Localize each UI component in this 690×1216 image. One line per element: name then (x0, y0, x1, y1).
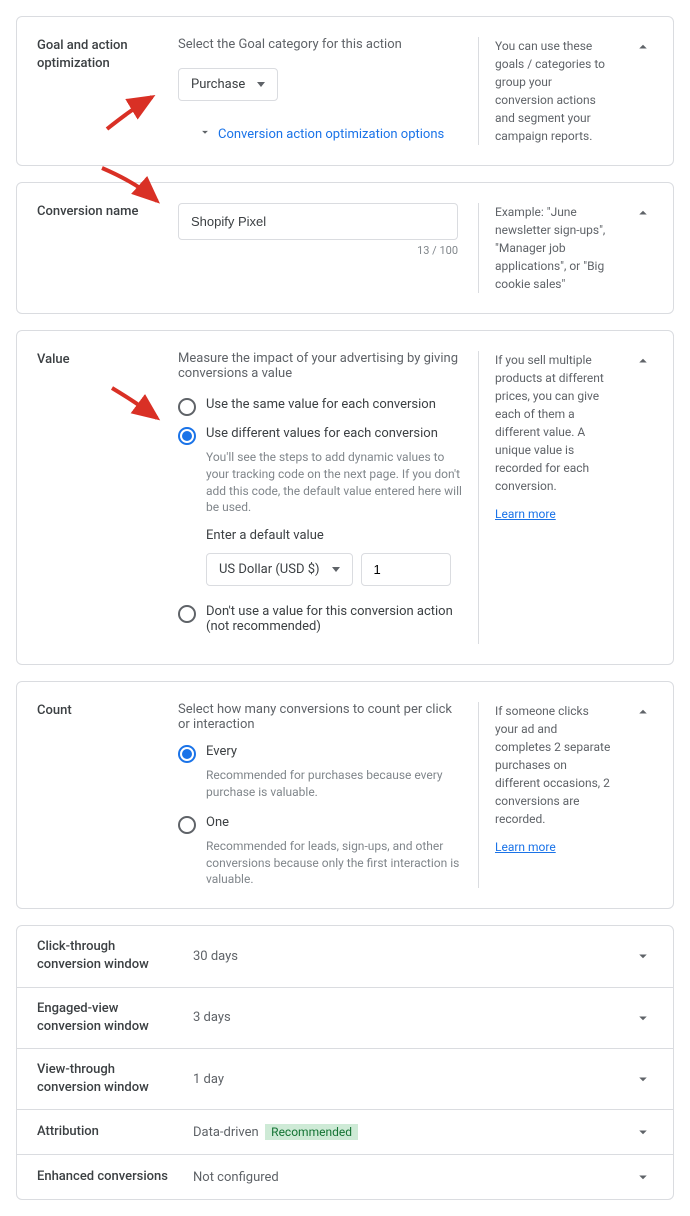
count-one-desc: Recommended for leads, sign-ups, and oth… (206, 838, 462, 888)
goal-card: Goal and action optimization Select the … (16, 16, 674, 166)
optimization-options-toggle[interactable]: Conversion action optimization options (198, 125, 444, 143)
currency-value: US Dollar (USD $) (219, 562, 320, 577)
click-through-window-row[interactable]: Click-through conversion window 30 days (17, 926, 673, 987)
value-help-text: If you sell multiple products at differe… (495, 353, 604, 493)
radio-same-value-label: Use the same value for each conversion (206, 397, 436, 412)
chevron-down-icon (198, 125, 212, 143)
enhanced-label: Enhanced conversions (37, 1168, 177, 1186)
collapsed-settings-group: Click-through conversion window 30 days … (16, 925, 674, 1200)
value-learn-more-link[interactable]: Learn more (495, 505, 556, 523)
name-help-text: Example: "June newsletter sign-ups", "Ma… (478, 203, 613, 293)
expand-icon (633, 1008, 653, 1028)
radio-no-value-label: Don't use a value for this conversion ac… (206, 604, 462, 634)
conversion-name-card: Conversion name 13 / 100 Example: "June … (16, 182, 674, 314)
radio-count-one-label: One (206, 815, 229, 830)
default-value-input[interactable] (361, 553, 451, 586)
value-hint: Measure the impact of your advertising b… (178, 351, 462, 381)
engaged-view-value: 3 days (193, 1010, 617, 1025)
count-hint: Select how many conversions to count per… (178, 702, 462, 732)
count-help-text: If someone clicks your ad and completes … (495, 704, 610, 826)
goal-category-value: Purchase (191, 77, 245, 92)
collapse-icon[interactable] (633, 203, 653, 223)
value-card: Value Measure the impact of your adverti… (16, 330, 674, 665)
goal-help-text: You can use these goals / categories to … (478, 37, 613, 145)
radio-count-one[interactable] (178, 816, 196, 834)
goal-category-select[interactable]: Purchase (178, 68, 278, 101)
char-counter: 13 / 100 (178, 244, 458, 257)
expand-icon (633, 946, 653, 966)
collapse-icon[interactable] (633, 351, 653, 371)
default-value-label: Enter a default value (206, 528, 462, 543)
view-through-label: View-through conversion window (37, 1061, 177, 1097)
currency-select[interactable]: US Dollar (USD $) (206, 553, 353, 586)
click-through-value: 30 days (193, 949, 617, 964)
view-through-window-row[interactable]: View-through conversion window 1 day (17, 1049, 673, 1110)
collapse-icon[interactable] (633, 702, 653, 722)
radio-count-every-label: Every (206, 744, 237, 759)
attribution-value: Data-driven (193, 1125, 259, 1140)
expand-icon (633, 1069, 653, 1089)
name-title: Conversion name (37, 203, 162, 293)
radio-no-value[interactable] (178, 605, 196, 623)
attribution-row[interactable]: Attribution Data-driven Recommended (17, 1110, 673, 1155)
collapse-icon[interactable] (633, 37, 653, 57)
optimization-options-label: Conversion action optimization options (218, 127, 444, 142)
enhanced-conversions-row[interactable]: Enhanced conversions Not configured (17, 1155, 673, 1199)
diff-value-desc: You'll see the steps to add dynamic valu… (206, 449, 462, 516)
count-every-desc: Recommended for purchases because every … (206, 767, 462, 801)
engaged-view-label: Engaged-view conversion window (37, 1000, 177, 1036)
enhanced-value: Not configured (193, 1170, 617, 1185)
engaged-view-window-row[interactable]: Engaged-view conversion window 3 days (17, 988, 673, 1049)
count-learn-more-link[interactable]: Learn more (495, 838, 556, 856)
value-title: Value (37, 351, 162, 644)
click-through-label: Click-through conversion window (37, 938, 177, 974)
count-card: Count Select how many conversions to cou… (16, 681, 674, 909)
recommended-badge: Recommended (265, 1124, 358, 1140)
radio-diff-value-label: Use different values for each conversion (206, 426, 438, 441)
goal-title: Goal and action optimization (37, 37, 162, 145)
attribution-label: Attribution (37, 1123, 177, 1141)
radio-same-value[interactable] (178, 398, 196, 416)
expand-icon (633, 1167, 653, 1187)
count-title: Count (37, 702, 162, 888)
dropdown-triangle-icon (257, 82, 265, 87)
conversion-name-input[interactable] (178, 203, 458, 240)
radio-count-every[interactable] (178, 745, 196, 763)
radio-diff-value[interactable] (178, 427, 196, 445)
view-through-value: 1 day (193, 1072, 617, 1087)
goal-hint: Select the Goal category for this action (178, 37, 462, 52)
expand-icon (633, 1122, 653, 1142)
dropdown-triangle-icon (332, 567, 340, 572)
